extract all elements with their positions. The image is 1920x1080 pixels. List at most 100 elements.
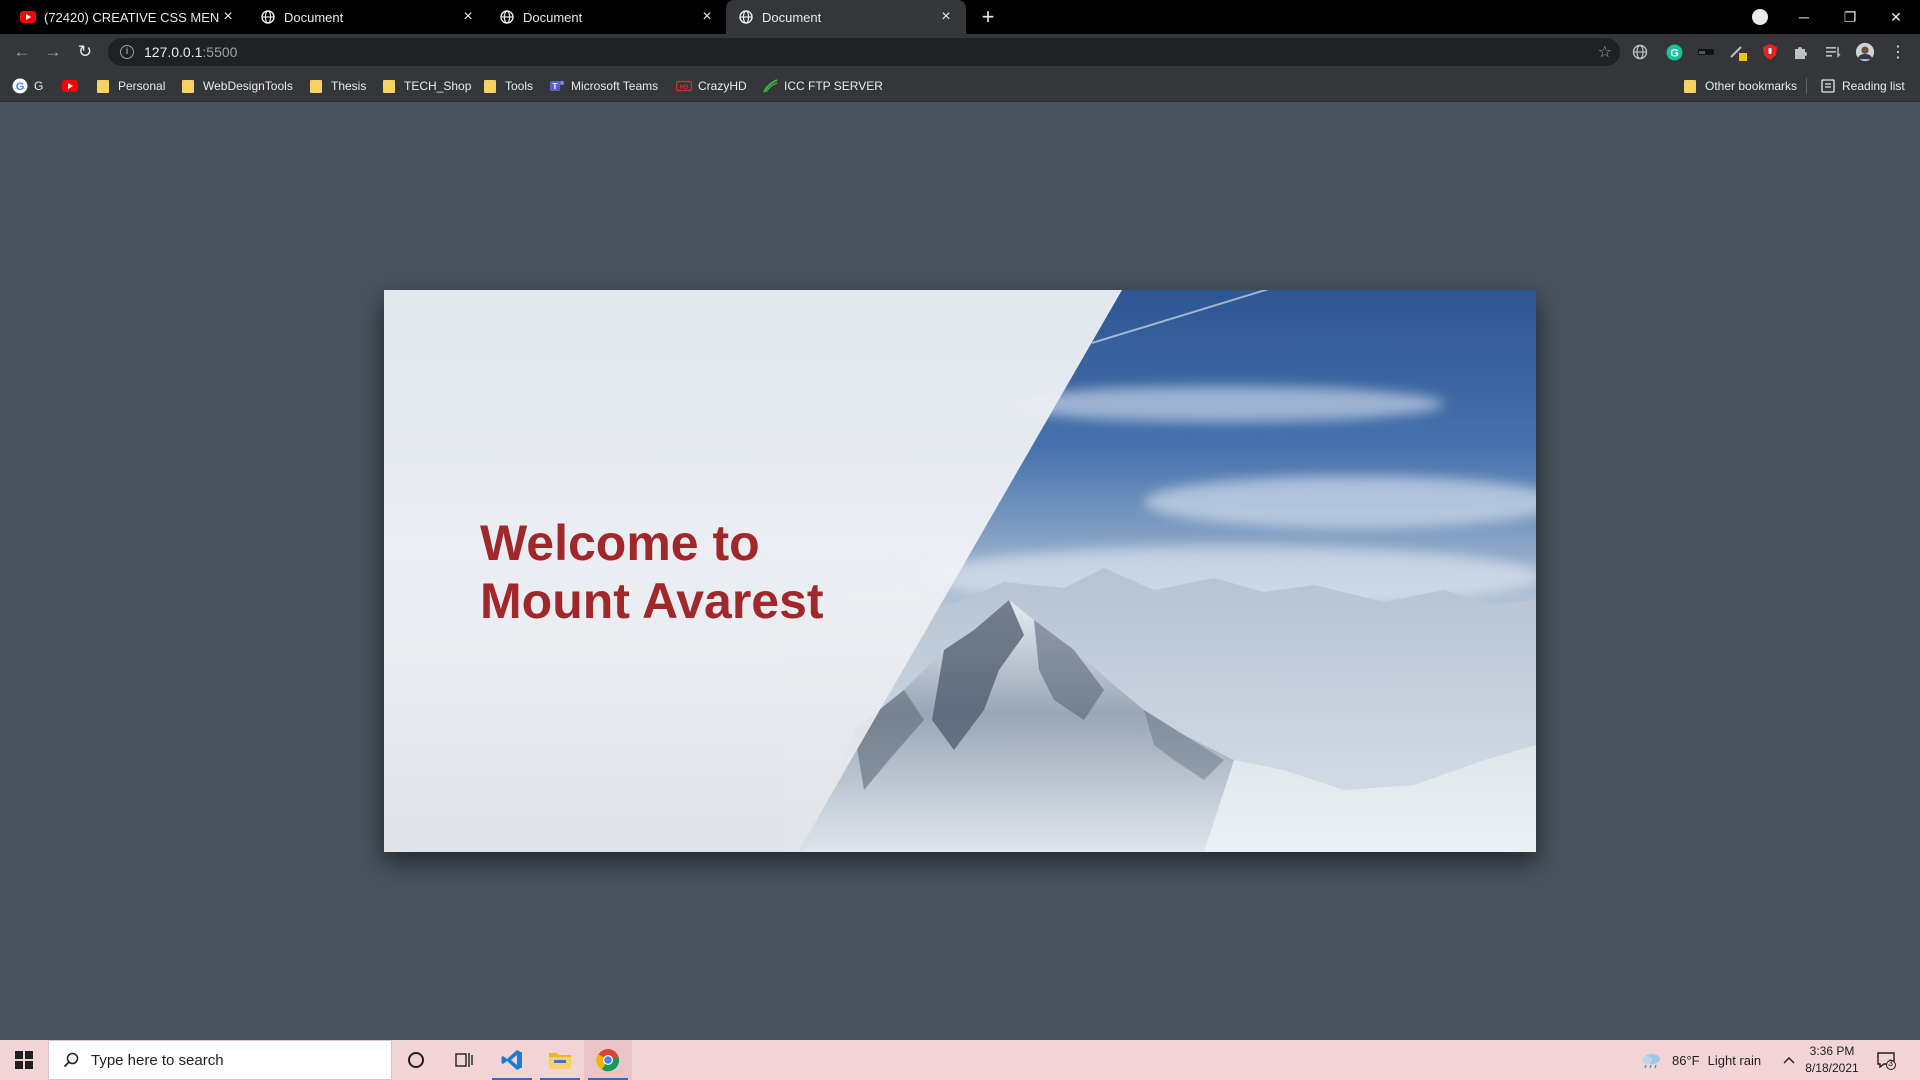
bookmark-label: ICC FTP SERVER [784, 79, 883, 93]
action-center-button[interactable]: 3 [1876, 1040, 1896, 1080]
new-tab-button[interactable]: + [976, 5, 1000, 29]
page-viewport: Welcome to Mount Avarest [0, 103, 1920, 1040]
bookmark-folder-webdesigntools[interactable]: WebDesignTools [182, 77, 293, 95]
info-icon[interactable]: i [120, 45, 134, 59]
bookmark-folder-thesis[interactable]: Thesis [310, 77, 366, 95]
show-hidden-icons-button[interactable] [1783, 1040, 1795, 1080]
weather-condition: Light rain [1707, 1052, 1762, 1068]
taskbar-clock[interactable]: 3:36 PM 8/18/2021 [1804, 1043, 1860, 1077]
close-window-button[interactable]: ✕ [1873, 0, 1919, 34]
bookmark-label: WebDesignTools [203, 79, 293, 93]
taskbar-vscode[interactable] [488, 1040, 536, 1080]
back-button[interactable]: ← [10, 40, 34, 64]
adblock-icon[interactable] [1760, 42, 1780, 62]
folder-icon [549, 1053, 571, 1069]
headline-line-2: Mount Avarest [480, 573, 824, 629]
close-icon[interactable]: × [220, 9, 236, 25]
address-bar[interactable]: i 127.0.0.1:5500 ☆ [108, 38, 1620, 66]
chrome-icon [596, 1049, 620, 1072]
tab-document-2[interactable]: Document × [487, 0, 727, 34]
taskbar-chrome[interactable] [584, 1040, 632, 1080]
cortana-button[interactable] [392, 1040, 440, 1080]
search-icon [63, 1052, 79, 1068]
cortana-icon [408, 1052, 424, 1068]
reading-mode-icon[interactable] [1823, 42, 1843, 62]
bookmark-label: Tools [505, 79, 534, 93]
globe-icon [738, 9, 754, 25]
tab-search-icon[interactable] [1752, 9, 1768, 25]
tab-strip: (72420) CREATIVE CSS MENUBAR × Document … [0, 0, 1920, 34]
menu-kebab-icon[interactable]: ⋮ [1888, 42, 1908, 62]
tab-title: Document [762, 9, 822, 25]
windows-logo-icon [15, 1051, 33, 1069]
close-icon[interactable]: × [460, 9, 476, 25]
close-icon[interactable]: × [938, 9, 954, 25]
bookmark-label: Microsoft Teams [571, 79, 659, 93]
other-bookmarks-folder[interactable]: Other bookmarks [1684, 77, 1797, 95]
bookmark-folder-tech-shop[interactable]: TECH_Shop [383, 77, 471, 95]
task-view-button[interactable] [440, 1040, 488, 1080]
search-placeholder: Type here to search [91, 1051, 224, 1069]
bookmark-folder-tools[interactable]: Tools [484, 77, 533, 95]
reload-button[interactable]: ↻ [73, 40, 97, 64]
crazyhd-icon: HD [676, 78, 692, 94]
ftp-icon [762, 78, 778, 94]
close-icon[interactable]: × [699, 9, 715, 25]
taskbar-file-explorer[interactable] [536, 1040, 584, 1080]
restore-button[interactable]: ❐ [1827, 0, 1873, 34]
globe-icon [260, 9, 276, 25]
grammarly-icon[interactable]: G [1664, 42, 1684, 62]
bookmark-youtube[interactable] [62, 77, 84, 95]
tab-youtube[interactable]: (72420) CREATIVE CSS MENUBAR × [8, 0, 248, 34]
bookmark-folder-personal[interactable]: Personal [97, 77, 165, 95]
reading-list-icon [1820, 78, 1836, 94]
folder-icon [182, 79, 194, 93]
svg-text:G: G [16, 81, 25, 93]
bookmarks-bar: G G Personal WebDesignTools Thesis TECH_… [0, 70, 1920, 102]
reading-list-button[interactable]: Reading list [1820, 77, 1905, 95]
address-host: 127.0.0.1 [144, 44, 203, 60]
taskbar-search-input[interactable]: Type here to search [48, 1040, 392, 1080]
avatar[interactable] [1855, 42, 1875, 62]
dark-mode-extension-icon[interactable] [1696, 42, 1716, 62]
address-port: :5500 [202, 44, 238, 60]
pen-extension-icon[interactable] [1728, 42, 1748, 62]
vscode-icon [501, 1050, 522, 1070]
start-button[interactable] [0, 1040, 48, 1080]
hero-card: Welcome to Mount Avarest [384, 290, 1536, 852]
windows-taskbar: Type here to search 86°F Light rain 3:36… [0, 1040, 1920, 1080]
clock-time: 3:36 PM [1809, 1044, 1855, 1058]
bookmarks-divider [1806, 78, 1807, 94]
forward-button[interactable]: → [41, 40, 65, 64]
headline-line-1: Welcome to [480, 515, 760, 571]
bookmark-microsoft-teams[interactable]: T Microsoft Teams [549, 77, 658, 95]
tab-document-active[interactable]: Document × [726, 0, 966, 34]
page-title: Welcome to Mount Avarest [480, 514, 1000, 630]
bookmark-google[interactable]: G G [12, 77, 43, 95]
teams-icon: T [549, 78, 565, 94]
chevron-up-icon [1783, 1057, 1795, 1064]
tab-document-1[interactable]: Document × [248, 0, 488, 34]
bookmark-star-icon[interactable]: ☆ [1598, 42, 1612, 62]
svg-text:HD: HD [680, 85, 689, 91]
bookmark-crazyhd[interactable]: HD CrazyHD [676, 77, 747, 95]
extensions-puzzle-icon[interactable] [1791, 42, 1811, 62]
weather-widget[interactable]: 86°F Light rain [1640, 1040, 1761, 1080]
youtube-icon [20, 9, 36, 25]
bookmark-label: TECH_Shop [404, 79, 472, 93]
folder-icon [1684, 79, 1696, 93]
folder-icon [310, 79, 322, 93]
other-bookmarks-label: Other bookmarks [1705, 79, 1798, 93]
svg-text:T: T [553, 82, 558, 91]
clock-date: 8/18/2021 [1805, 1061, 1859, 1075]
bookmark-icc-ftp-server[interactable]: ICC FTP SERVER [762, 77, 883, 95]
tab-title: (72420) CREATIVE CSS MENUBAR [44, 9, 220, 25]
folder-icon [484, 79, 496, 93]
tab-title: Document [523, 9, 583, 25]
bookmark-label: CrazyHD [698, 79, 747, 93]
bookmark-label: Thesis [331, 79, 367, 93]
rain-cloud-icon [1642, 1054, 1660, 1069]
globe-extension-icon[interactable] [1630, 42, 1650, 62]
minimize-button[interactable]: ─ [1781, 0, 1827, 34]
youtube-icon [62, 78, 78, 94]
